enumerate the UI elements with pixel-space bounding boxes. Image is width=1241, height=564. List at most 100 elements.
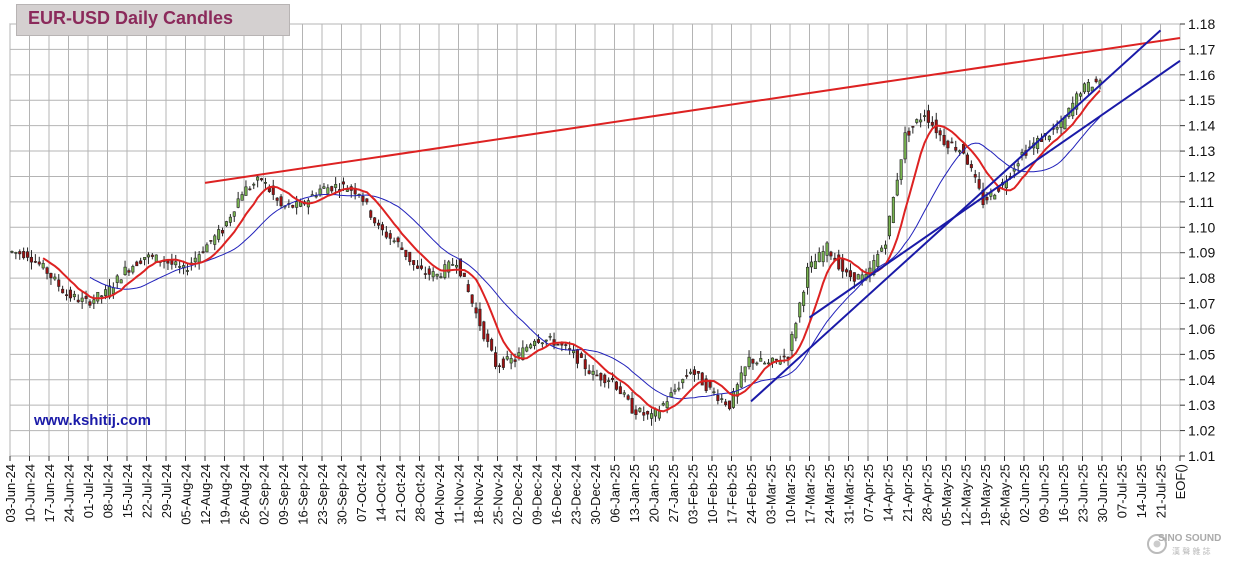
candle-body bbox=[923, 115, 927, 117]
x-tick-label: 18-Nov-24 bbox=[471, 464, 486, 525]
candle-body bbox=[400, 247, 404, 250]
candle-body bbox=[837, 254, 841, 270]
candle-body bbox=[614, 381, 618, 390]
candle-body bbox=[895, 179, 899, 196]
x-tick-label: 31-Mar-25 bbox=[842, 464, 857, 524]
x-tick-label: 17-Mar-25 bbox=[803, 464, 818, 524]
y-tick-label: 1.11 bbox=[1188, 194, 1214, 210]
grid-lines bbox=[9, 23, 1181, 457]
x-tick-label: 03-Mar-25 bbox=[764, 464, 779, 524]
candle-body bbox=[708, 380, 712, 388]
candle-body bbox=[84, 296, 88, 299]
candle-body bbox=[646, 411, 650, 415]
moving-average-fast bbox=[42, 89, 1101, 413]
candle-body bbox=[252, 183, 256, 186]
x-tick-label: 03-Feb-25 bbox=[686, 464, 701, 524]
candle-body bbox=[37, 261, 41, 265]
candle-body bbox=[291, 205, 295, 208]
candle-body bbox=[564, 344, 568, 346]
candle-body bbox=[392, 240, 396, 243]
candle-body bbox=[595, 374, 599, 377]
candle-body bbox=[256, 176, 260, 181]
moving-averages bbox=[42, 89, 1101, 413]
candle-body bbox=[146, 254, 150, 258]
y-tick-label: 1.16 bbox=[1188, 67, 1215, 83]
candle-body bbox=[119, 279, 123, 284]
candle-body bbox=[876, 254, 880, 267]
candle-body bbox=[369, 210, 373, 218]
candle-body bbox=[751, 358, 755, 364]
x-tick-label: EOF() bbox=[1173, 464, 1188, 499]
candle-body bbox=[845, 269, 849, 273]
candle-body bbox=[915, 119, 919, 123]
candle-body bbox=[782, 355, 786, 358]
x-tick-label: 14-Jul-25 bbox=[1134, 464, 1149, 518]
candle-body bbox=[591, 370, 595, 375]
x-tick-label: 24-Feb-25 bbox=[744, 464, 759, 524]
candle-body bbox=[260, 178, 264, 181]
x-tick-label: 17-Jun-24 bbox=[42, 464, 57, 523]
candle-body bbox=[583, 359, 587, 370]
candle-body bbox=[685, 375, 689, 377]
candle-body bbox=[384, 231, 388, 238]
candle-body bbox=[774, 358, 778, 361]
candle-body bbox=[88, 301, 92, 306]
candle-body bbox=[611, 377, 615, 380]
candle-body bbox=[856, 274, 860, 280]
candle-body bbox=[275, 197, 279, 201]
y-tick-label: 1.01 bbox=[1188, 448, 1215, 464]
x-tick-label: 05-May-25 bbox=[939, 464, 954, 526]
website-link[interactable]: www.kshitij.com bbox=[34, 412, 151, 429]
candle-body bbox=[455, 264, 459, 268]
x-tick-label: 25-Nov-24 bbox=[491, 464, 506, 525]
candle-body bbox=[334, 184, 338, 188]
candle-body bbox=[221, 229, 225, 234]
x-tick-label: 14-Apr-25 bbox=[881, 464, 896, 522]
candle-body bbox=[361, 195, 365, 202]
candle-body bbox=[248, 188, 252, 191]
x-tick-label: 13-Jan-25 bbox=[627, 464, 642, 523]
y-tick-label: 1.18 bbox=[1188, 16, 1215, 32]
candle-body bbox=[942, 134, 946, 145]
x-tick-label: 14-Oct-24 bbox=[374, 464, 389, 522]
candle-body bbox=[365, 198, 369, 203]
candle-body bbox=[540, 342, 544, 345]
candle-body bbox=[213, 235, 217, 245]
candle-body bbox=[669, 392, 673, 398]
x-tick-label: 11-Nov-24 bbox=[452, 464, 467, 524]
candle-body bbox=[26, 251, 30, 258]
candle-body bbox=[435, 273, 439, 277]
candle-body bbox=[80, 297, 84, 302]
x-tick-label: 16-Sep-24 bbox=[296, 464, 311, 525]
candle-body bbox=[431, 271, 435, 278]
candle-body bbox=[494, 352, 498, 367]
candle-body bbox=[96, 291, 100, 302]
candle-body bbox=[533, 340, 537, 347]
candle-body bbox=[474, 307, 478, 314]
candle-body bbox=[747, 356, 751, 368]
candle-body bbox=[622, 392, 626, 395]
y-tick-label: 1.09 bbox=[1188, 245, 1215, 261]
candle-body bbox=[470, 294, 474, 304]
candle-body bbox=[174, 261, 178, 266]
candle-body bbox=[724, 401, 728, 406]
candle-body bbox=[572, 350, 576, 354]
candle-body bbox=[65, 294, 69, 296]
candle-body bbox=[954, 146, 958, 151]
x-tick-label: 02-Dec-24 bbox=[510, 464, 525, 525]
candle-body bbox=[72, 293, 76, 298]
x-tick-label: 04-Nov-24 bbox=[432, 464, 447, 525]
y-tick-label: 1.04 bbox=[1188, 372, 1215, 388]
candle-body bbox=[852, 272, 856, 282]
candle-body bbox=[618, 386, 622, 395]
y-tick-label: 1.17 bbox=[1188, 41, 1215, 57]
candle-body bbox=[341, 181, 345, 185]
candle-body bbox=[236, 198, 240, 208]
watermark-brand: SINO SOUND bbox=[1158, 533, 1222, 544]
candle-body bbox=[178, 266, 182, 268]
candle-body bbox=[497, 365, 501, 367]
candle-body bbox=[681, 379, 685, 384]
x-tick-label: 23-Jun-25 bbox=[1076, 464, 1091, 523]
x-tick-label: 30-Jun-25 bbox=[1095, 464, 1110, 523]
candle-body bbox=[1094, 78, 1098, 83]
